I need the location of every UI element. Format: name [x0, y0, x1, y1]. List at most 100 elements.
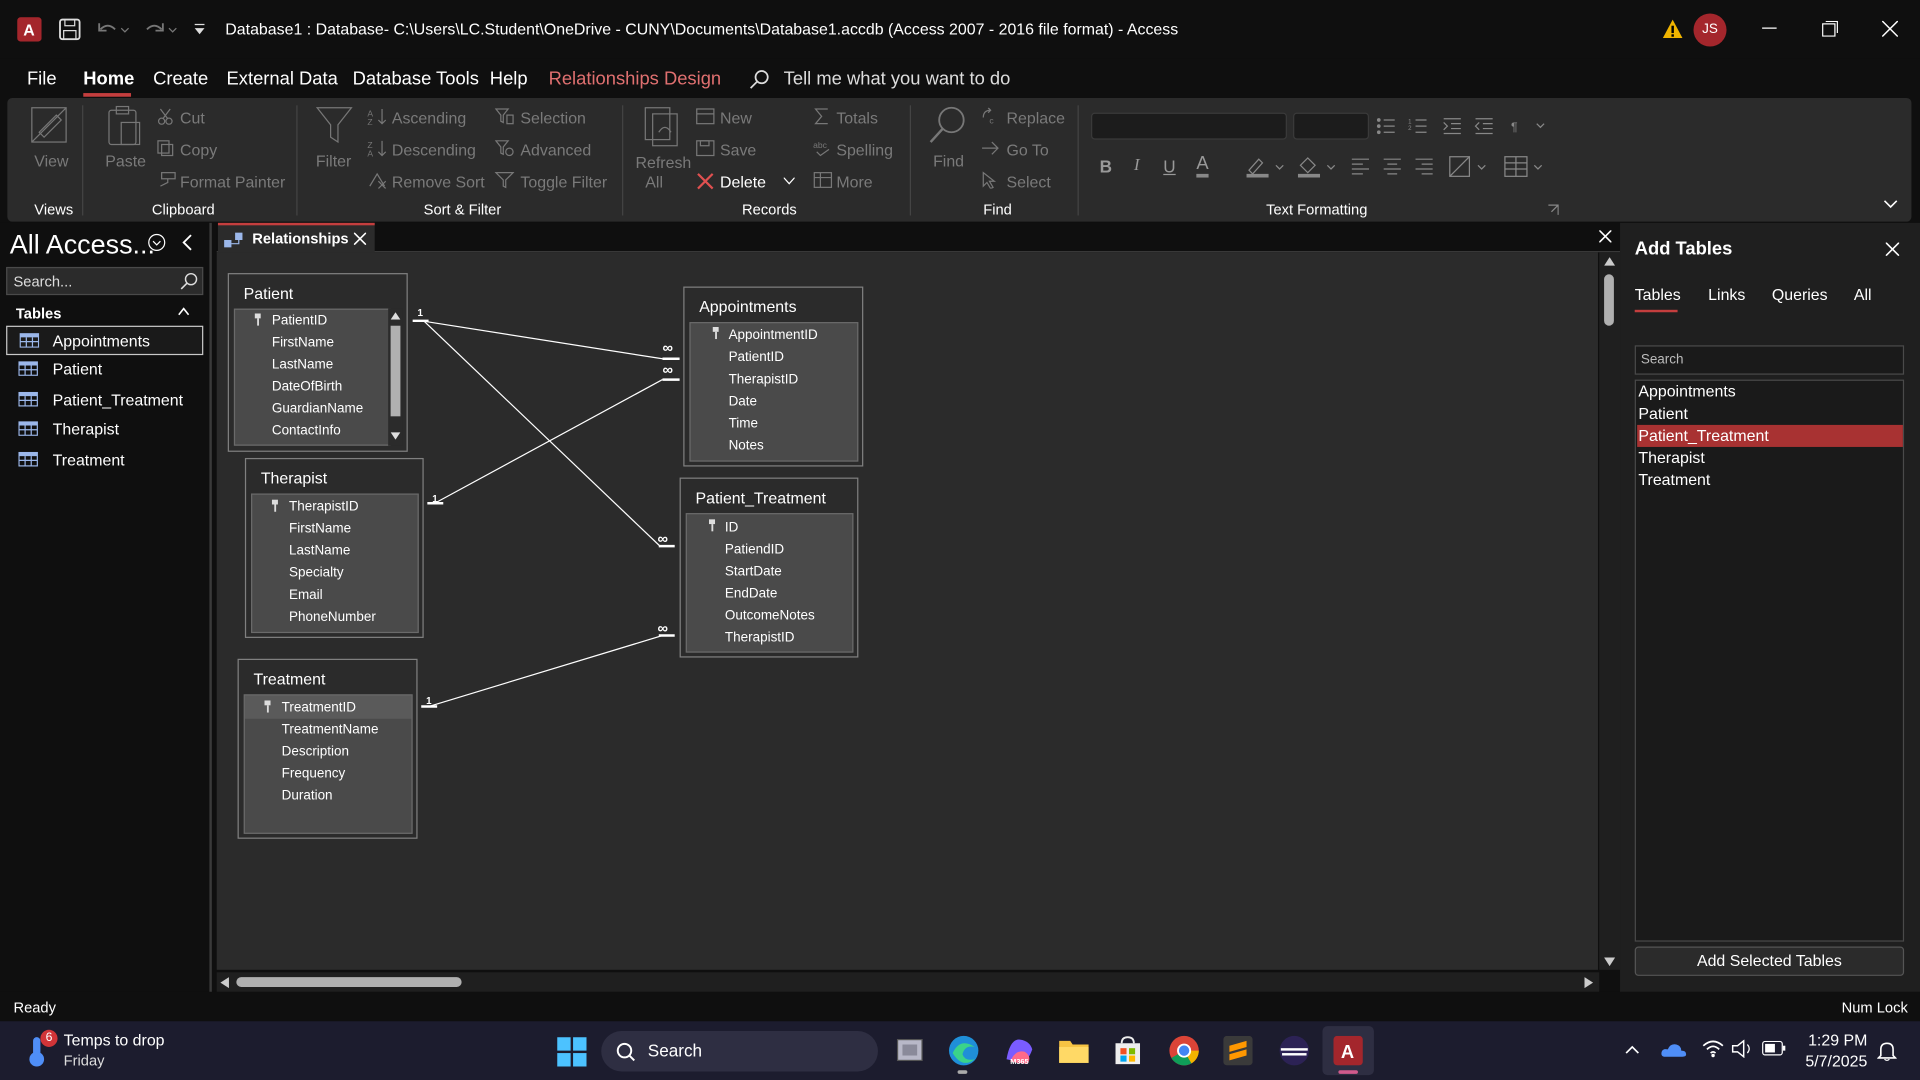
- primary-key-icon: [708, 519, 716, 532]
- relationship-line-treatment-patient-treatment: [428, 634, 663, 708]
- field-item[interactable]: PatientID: [272, 313, 327, 328]
- table-therapist[interactable]: Therapist TherapistID FirstName LastName…: [244, 457, 424, 638]
- access-icon: A: [1333, 1035, 1363, 1066]
- field-item[interactable]: Email: [289, 588, 323, 603]
- tab-all[interactable]: All: [1854, 285, 1872, 303]
- field-item[interactable]: ID: [725, 520, 738, 535]
- field-item[interactable]: TreatmentName: [282, 722, 379, 737]
- field-item[interactable]: TherapistID: [289, 500, 359, 515]
- clock-date[interactable]: 5/7/2025: [1796, 1052, 1867, 1070]
- active-app-indicator: [1338, 1070, 1358, 1074]
- table-patient[interactable]: Patient PatientID FirstName LastName Dat…: [227, 273, 408, 452]
- edge-icon[interactable]: [948, 1035, 980, 1067]
- primary-key-icon: [271, 499, 278, 512]
- table-appointments[interactable]: Appointments AppointmentID PatientID The…: [683, 286, 864, 467]
- tab-queries[interactable]: Queries: [1772, 285, 1828, 303]
- field-item[interactable]: FirstName: [289, 522, 351, 537]
- table-title: Appointments: [699, 297, 797, 316]
- clock-time[interactable]: 1:29 PM: [1805, 1031, 1867, 1049]
- list-item-selected[interactable]: Patient_Treatment: [1637, 424, 1903, 447]
- scroll-thumb[interactable]: [390, 325, 401, 417]
- windows-start-icon[interactable]: [557, 1037, 587, 1067]
- field-item[interactable]: GuardianName: [272, 402, 363, 417]
- m365-icon[interactable]: M365: [1003, 1035, 1035, 1067]
- one-marker: 1: [426, 695, 432, 707]
- onedrive-icon[interactable]: [1660, 1040, 1687, 1060]
- field-item[interactable]: FirstName: [272, 336, 334, 351]
- field-item[interactable]: StartDate: [725, 564, 782, 579]
- field-item[interactable]: EndDate: [725, 587, 777, 602]
- svg-text:M365: M365: [1010, 1057, 1028, 1066]
- field-item[interactable]: Description: [282, 744, 349, 759]
- list-item[interactable]: Treatment: [1637, 469, 1903, 491]
- field-item[interactable]: PhoneNumber: [289, 610, 376, 625]
- volume-icon[interactable]: [1731, 1039, 1753, 1058]
- table-treatment[interactable]: Treatment TreatmentID TreatmentName Desc…: [237, 658, 418, 839]
- field-item[interactable]: TherapistID: [729, 372, 799, 387]
- field-item[interactable]: TherapistID: [725, 631, 795, 646]
- scroll-down-icon[interactable]: [390, 432, 401, 440]
- scroll-up-icon[interactable]: [390, 312, 401, 320]
- store-icon[interactable]: [1113, 1036, 1142, 1065]
- tab-links[interactable]: Links: [1708, 285, 1745, 303]
- battery-icon[interactable]: [1762, 1040, 1786, 1056]
- wifi-icon[interactable]: [1702, 1040, 1724, 1058]
- many-marker: ∞: [657, 619, 669, 637]
- field-scrollbar[interactable]: [388, 308, 403, 446]
- field-item[interactable]: ContactInfo: [272, 424, 341, 439]
- one-marker: 1: [432, 493, 438, 505]
- add-selected-tables-button[interactable]: Add Selected Tables: [1634, 946, 1905, 976]
- table-title: Therapist: [260, 468, 328, 488]
- access-taskbar-button[interactable]: A: [1322, 1026, 1374, 1076]
- file-explorer-icon[interactable]: [1058, 1036, 1090, 1065]
- relationship-line-patient-patient-treatment: [423, 320, 661, 547]
- show-hidden-icons[interactable]: [1625, 1044, 1640, 1054]
- field-item[interactable]: PatientID: [729, 350, 784, 365]
- close-pane-icon[interactable]: [1885, 242, 1900, 256]
- list-item[interactable]: Therapist: [1637, 447, 1903, 469]
- field-item[interactable]: AppointmentID: [729, 328, 818, 343]
- field-item[interactable]: Date: [729, 394, 757, 409]
- horizontal-scroll-thumb[interactable]: [236, 977, 462, 987]
- field-item[interactable]: OutcomeNotes: [725, 609, 815, 624]
- scroll-up-icon[interactable]: [1604, 257, 1616, 266]
- taskbar-search-label: Search: [647, 1040, 703, 1061]
- taskbar-search[interactable]: Search: [601, 1031, 878, 1072]
- notification-bell-icon[interactable]: [1877, 1041, 1897, 1062]
- vertical-scrollbar[interactable]: [1599, 252, 1621, 970]
- list-item[interactable]: Patient: [1637, 403, 1903, 425]
- status-text: Ready: [13, 999, 56, 1017]
- scroll-right-icon[interactable]: [1584, 977, 1594, 989]
- field-item[interactable]: DateOfBirth: [272, 380, 342, 395]
- field-list: TherapistID FirstName LastName Specialty…: [251, 493, 419, 634]
- many-marker: ∞: [662, 339, 673, 357]
- field-item[interactable]: Notes: [729, 438, 764, 453]
- field-list: AppointmentID PatientID TherapistID Date…: [689, 322, 859, 462]
- add-tables-search-input[interactable]: Search: [1634, 345, 1905, 375]
- table-patient-treatment[interactable]: Patient_Treatment ID PatiendID StartDate…: [679, 477, 859, 658]
- primary-key-icon: [254, 313, 261, 326]
- field-item[interactable]: LastName: [289, 544, 350, 559]
- field-item[interactable]: LastName: [272, 358, 333, 373]
- many-marker: ∞: [657, 530, 669, 548]
- tables-listbox[interactable]: Appointments Patient Patient_Treatment T…: [1634, 379, 1905, 942]
- field-item[interactable]: Duration: [282, 789, 333, 804]
- sublime-text-icon[interactable]: [1223, 1035, 1253, 1066]
- tab-tables[interactable]: Tables: [1635, 285, 1681, 303]
- vertical-scroll-thumb[interactable]: [1604, 274, 1614, 326]
- field-item[interactable]: TreatmentID: [282, 700, 356, 715]
- weather-day: Friday: [63, 1051, 105, 1069]
- eclipse-icon[interactable]: [1278, 1035, 1310, 1067]
- field-item[interactable]: Specialty: [289, 566, 344, 581]
- scroll-left-icon[interactable]: [220, 977, 229, 989]
- weather-title[interactable]: Temps to drop: [64, 1031, 165, 1049]
- scroll-down-icon[interactable]: [1604, 957, 1616, 967]
- field-item[interactable]: PatiendID: [725, 542, 784, 557]
- list-item[interactable]: Appointments: [1637, 381, 1903, 403]
- chrome-icon[interactable]: [1168, 1035, 1200, 1067]
- field-item[interactable]: Frequency: [282, 767, 346, 782]
- task-view-icon[interactable]: [895, 1037, 924, 1064]
- field-item[interactable]: Time: [729, 416, 758, 431]
- table-title: Patient_Treatment: [695, 488, 826, 507]
- horizontal-scrollbar[interactable]: [216, 972, 1600, 992]
